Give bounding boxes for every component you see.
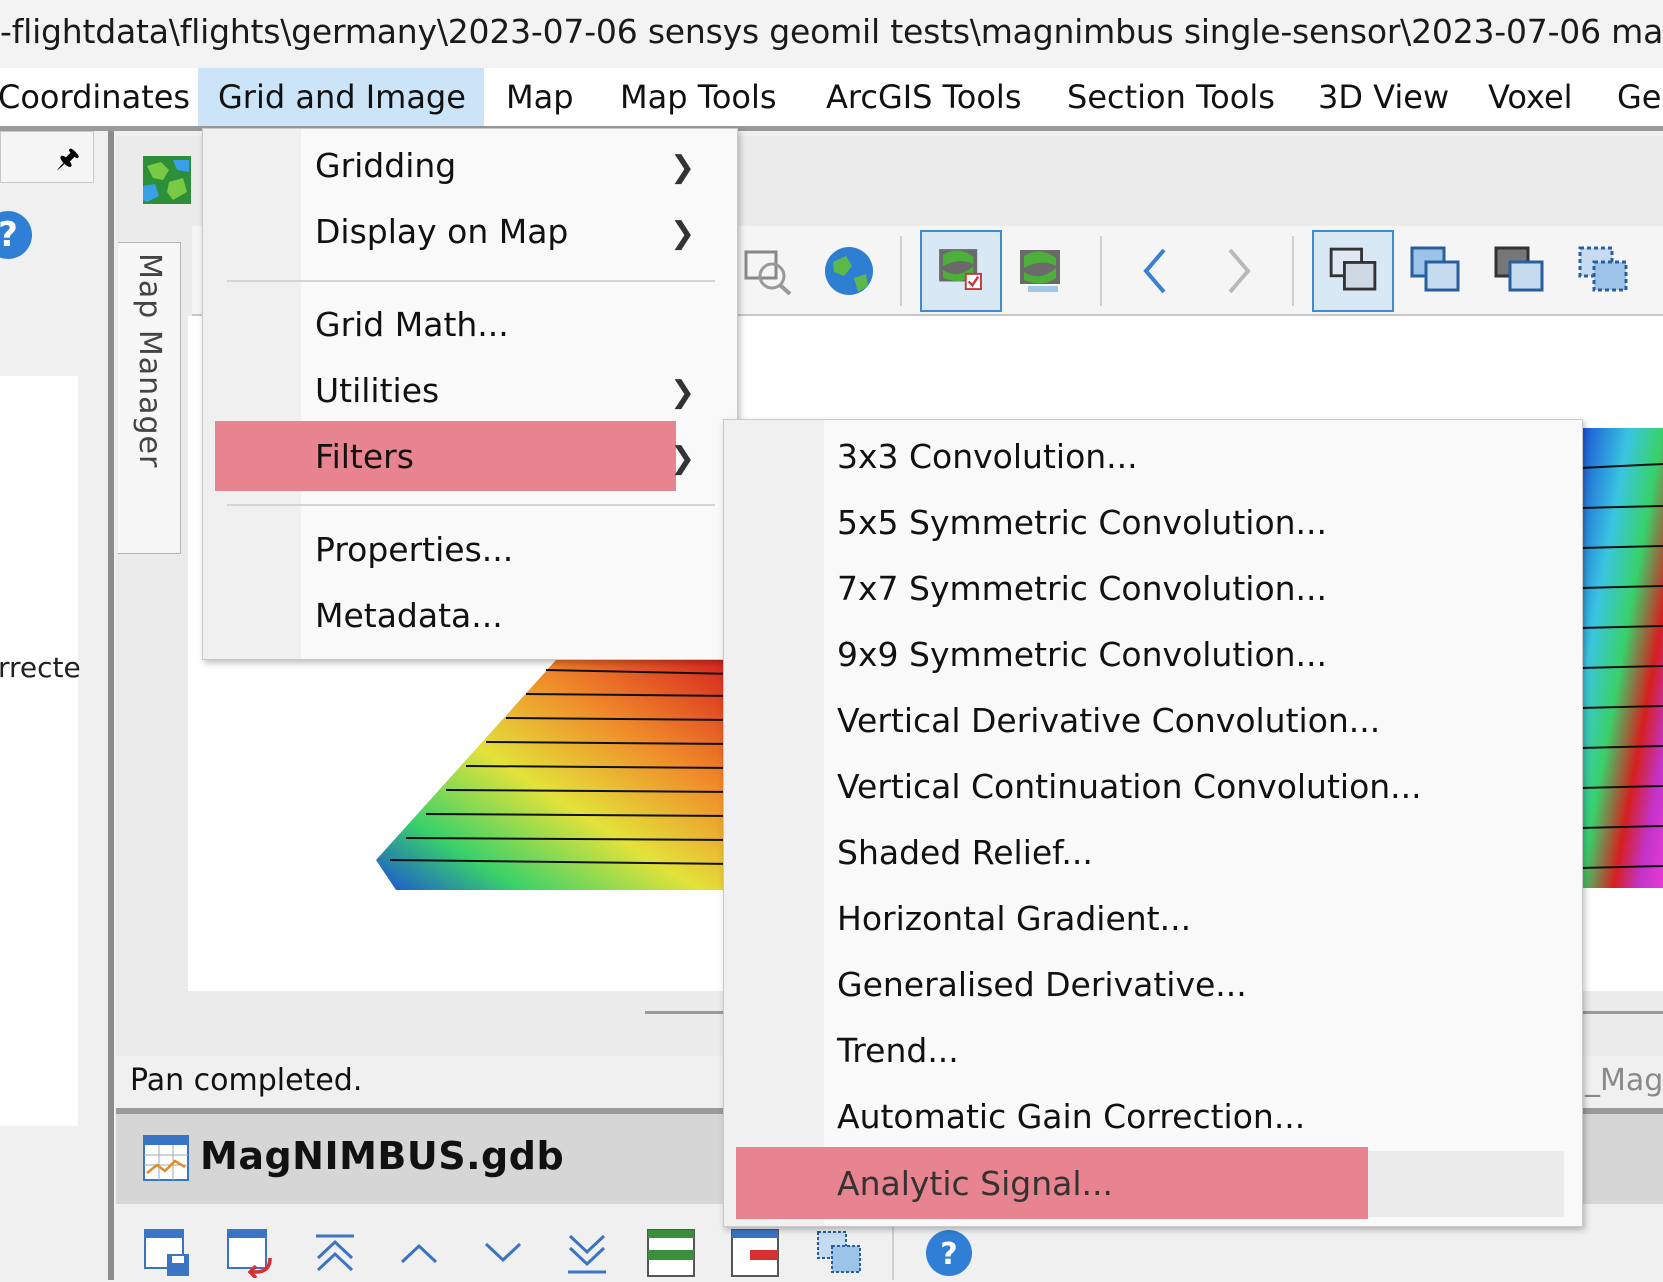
menu-bar: Coordinates Grid and Image Map Map Tools…: [0, 68, 1663, 126]
sync-maps-icon[interactable]: [920, 230, 1002, 312]
menu-item-gridding[interactable]: Gridding: [315, 146, 456, 185]
menu-item-filters[interactable]: Filters: [315, 437, 414, 476]
filter-horizontal-gradient[interactable]: Horizontal Gradient...: [837, 899, 1191, 938]
view-layout-3-icon[interactable]: [1478, 230, 1560, 312]
menu-item-metadata[interactable]: Metadata...: [315, 596, 503, 635]
grid-and-image-menu: [202, 128, 738, 660]
menu-section-tools[interactable]: Section Tools: [1047, 68, 1295, 126]
last-line-icon[interactable]: [562, 1228, 612, 1278]
menu-map-tools[interactable]: Map Tools: [600, 68, 797, 126]
toolbar-separator: [892, 1224, 894, 1280]
vertical-splitter[interactable]: [108, 131, 114, 1280]
zoom-extent-icon[interactable]: [728, 230, 810, 312]
menu-geo[interactable]: Geo: [1597, 68, 1663, 126]
toolbar-separator: [900, 236, 902, 306]
map-manager-tab[interactable]: Map Manager: [118, 242, 181, 554]
toolbar-separator: [1292, 236, 1294, 306]
menu-map[interactable]: Map: [486, 68, 594, 126]
view-layout-1-icon[interactable]: [1312, 230, 1394, 312]
filter-3x3-convolution[interactable]: 3x3 Convolution...: [837, 437, 1138, 476]
filter-9x9-symmetric-convolution[interactable]: 9x9 Symmetric Convolution...: [837, 635, 1327, 674]
svg-text:?: ?: [940, 1237, 957, 1272]
panel-cut-text: rrecte: [0, 651, 81, 684]
filter-vertical-derivative-convolution[interactable]: Vertical Derivative Convolution...: [837, 701, 1380, 740]
menu-separator: [227, 280, 715, 282]
previous-line-icon[interactable]: [394, 1228, 444, 1278]
menu-coordinates[interactable]: Coordinates: [0, 68, 210, 126]
help-icon[interactable]: ?: [924, 1228, 974, 1278]
view-layout-2-icon[interactable]: [1394, 230, 1476, 312]
add-channel-icon[interactable]: [646, 1228, 696, 1278]
status-map-name: _Mag: [1585, 1063, 1663, 1098]
view-layout-4-icon[interactable]: [1562, 230, 1644, 312]
chevron-right-icon: ❯: [670, 375, 696, 410]
chevron-right-icon: ❯: [670, 216, 696, 251]
first-line-icon[interactable]: [310, 1228, 360, 1278]
menu-arcgis-tools[interactable]: ArcGIS Tools: [806, 68, 1041, 126]
menu-separator: [227, 504, 715, 506]
link-maps-icon[interactable]: [1002, 230, 1084, 312]
map-scroll-track: [1580, 1011, 1663, 1014]
status-message: Pan completed.: [130, 1063, 363, 1098]
revert-database-icon[interactable]: [226, 1228, 276, 1280]
help-icon[interactable]: ?: [0, 211, 32, 259]
globe-icon[interactable]: [808, 230, 890, 312]
menu-icon-gutter: [724, 420, 824, 1226]
back-arrow-icon[interactable]: [1116, 230, 1198, 312]
menu-item-grid-math[interactable]: Grid Math...: [315, 305, 509, 344]
filter-shaded-relief[interactable]: Shaded Relief...: [837, 833, 1093, 872]
grid-image-right: [1580, 428, 1663, 888]
forward-arrow-icon[interactable]: [1196, 230, 1278, 312]
menu-voxel[interactable]: Voxel: [1468, 68, 1593, 126]
chevron-right-icon: ❯: [670, 441, 696, 476]
toolbar-separator: [1100, 236, 1102, 306]
panel-content: [0, 376, 78, 1126]
window-title-path: -flightdata\flights\germany\2023-07-06 s…: [0, 12, 1663, 51]
menu-item-display-on-map[interactable]: Display on Map: [315, 212, 568, 251]
filter-automatic-gain-correction[interactable]: Automatic Gain Correction...: [837, 1097, 1305, 1136]
menu-item-properties[interactable]: Properties...: [315, 530, 513, 569]
grid-image-left: [376, 660, 736, 890]
menu-icon-gutter: [203, 129, 301, 659]
filter-analytic-signal[interactable]: Analytic Signal...: [837, 1164, 1113, 1203]
filters-highlight: [215, 421, 676, 491]
save-database-icon[interactable]: [143, 1228, 193, 1278]
menu-item-utilities[interactable]: Utilities: [315, 371, 439, 410]
chevron-right-icon: ❯: [670, 150, 696, 185]
filter-vertical-continuation-convolution[interactable]: Vertical Continuation Convolution...: [837, 767, 1422, 806]
map-scroll-track: [645, 1011, 725, 1014]
db-window-title: MagNIMBUS.gdb: [200, 1134, 565, 1178]
filter-7x7-symmetric-convolution[interactable]: 7x7 Symmetric Convolution...: [837, 569, 1327, 608]
pin-icon[interactable]: 🖈: [56, 140, 80, 184]
remove-channel-icon[interactable]: [730, 1228, 780, 1278]
left-dock-panel: 🖈 ? rrecte: [0, 131, 100, 1280]
menu-grid-and-image[interactable]: Grid and Image: [198, 68, 484, 126]
next-line-icon[interactable]: [478, 1228, 528, 1278]
map-globe-icon: [143, 156, 191, 204]
title-bar: -flightdata\flights\germany\2023-07-06 s…: [0, 0, 1663, 68]
filter-generalised-derivative[interactable]: Generalised Derivative...: [837, 965, 1247, 1004]
database-layout-icon[interactable]: [814, 1228, 864, 1278]
database-icon: [143, 1135, 189, 1181]
menu-3d-view[interactable]: 3D View: [1298, 68, 1469, 126]
panel-header: 🖈: [0, 131, 94, 183]
filter-5x5-symmetric-convolution[interactable]: 5x5 Symmetric Convolution...: [837, 503, 1327, 542]
filter-trend[interactable]: Trend...: [837, 1031, 959, 1070]
